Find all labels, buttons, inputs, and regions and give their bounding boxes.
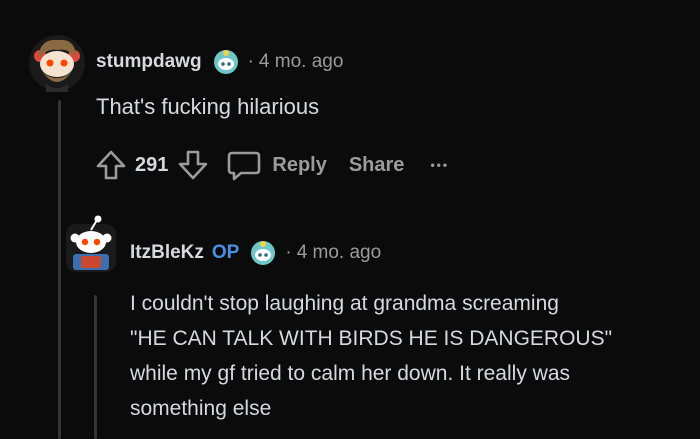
avatar-itzblekz[interactable] bbox=[63, 212, 119, 274]
share-button[interactable]: Share bbox=[349, 154, 405, 177]
avatar-stumpdawg[interactable] bbox=[28, 34, 86, 92]
reply-label: Reply bbox=[272, 153, 327, 176]
thread-line-2[interactable] bbox=[94, 295, 97, 439]
reply-button[interactable]: Reply bbox=[227, 149, 327, 181]
comment-line: something else bbox=[130, 397, 272, 420]
comment-body: That's fucking hilarious bbox=[96, 94, 320, 119]
thread-line-1[interactable] bbox=[58, 100, 61, 439]
comment-timestamp[interactable]: 4 mo. ago bbox=[297, 242, 382, 264]
action-bar: 291 Reply Share ••• bbox=[96, 147, 449, 183]
comment-author[interactable]: stumpdawg bbox=[96, 51, 202, 73]
comment-icon bbox=[227, 149, 261, 181]
award-icon[interactable] bbox=[249, 239, 277, 267]
downvote-icon[interactable] bbox=[178, 149, 208, 181]
comment-body: I couldn't stop laughing at grandma scre… bbox=[130, 286, 612, 426]
more-icon[interactable]: ••• bbox=[430, 158, 449, 172]
comment-line: "HE CAN TALK WITH BIRDS HE IS DANGEROUS" bbox=[130, 327, 613, 350]
op-badge: OP bbox=[211, 242, 240, 263]
vote-score: 291 bbox=[135, 153, 169, 176]
comment-timestamp[interactable]: 4 mo. ago bbox=[259, 51, 344, 73]
award-icon[interactable] bbox=[212, 48, 240, 76]
comment-line: while my gf tried to calm her down. It r… bbox=[130, 362, 570, 385]
meta-dot: · bbox=[285, 242, 292, 263]
meta-dot: · bbox=[247, 51, 254, 72]
comment-author[interactable]: ItzBleKz bbox=[130, 242, 204, 264]
comment-line: I couldn't stop laughing at grandma scre… bbox=[130, 292, 559, 315]
upvote-icon[interactable] bbox=[96, 149, 126, 181]
